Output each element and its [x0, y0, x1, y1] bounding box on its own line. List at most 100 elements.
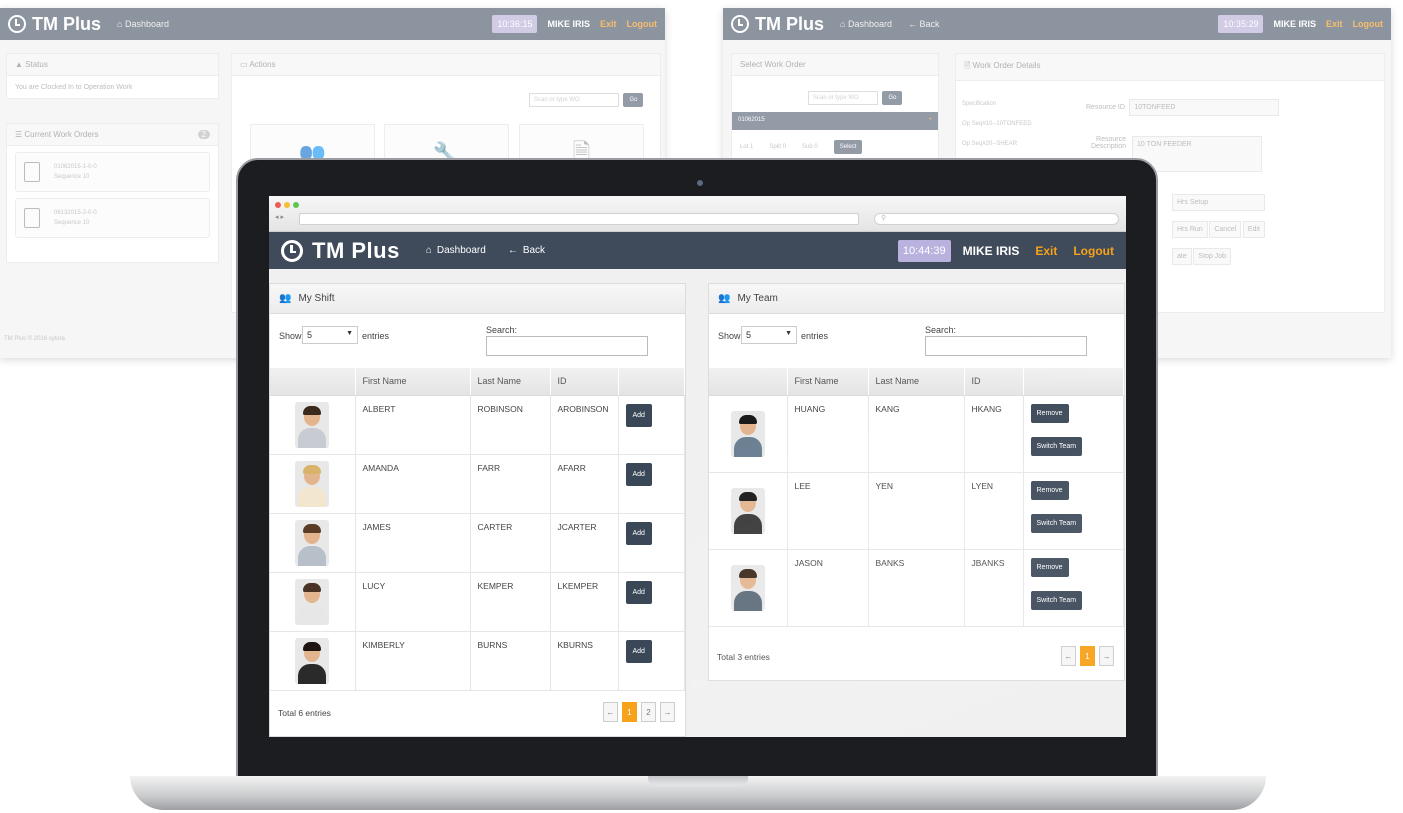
avatar-hair: [303, 464, 322, 474]
bg-left-scan-input: Scan or type WO: [529, 93, 619, 107]
avatar-body: [298, 427, 327, 448]
action-cell: Add: [618, 572, 685, 632]
add-button[interactable]: Add: [625, 462, 652, 486]
bg-right-scan-input: Scan or type WO: [808, 91, 878, 105]
bg-left-wo-sequence: Sequence 10: [54, 174, 90, 180]
my-team-title: My Team: [737, 293, 778, 304]
pagination-page-1[interactable]: 1: [1080, 646, 1095, 666]
close-window-button[interactable]: [275, 202, 281, 208]
pagination-next-button[interactable]: →: [1099, 646, 1114, 666]
column-header-photo: [709, 368, 788, 396]
avatar-hair: [738, 491, 757, 501]
first-name-cell: AMANDA: [355, 454, 471, 514]
my-shift-panel: 👥 My Shift Show 5 ▼ entries Search: First…: [269, 283, 686, 737]
column-header-id[interactable]: ID: [964, 368, 1024, 396]
pagination-page-1[interactable]: 1: [622, 702, 637, 722]
search-input[interactable]: [925, 336, 1087, 356]
switch-team-button[interactable]: Switch Team: [1030, 513, 1083, 533]
page-size-select[interactable]: 5 ▼: [302, 326, 358, 344]
bg-left-wo-number: 06132015-2-0-0: [54, 210, 97, 216]
remove-button[interactable]: Remove: [1030, 557, 1069, 577]
action-cell: Add: [618, 395, 685, 455]
bg-left-status-title: ▲ Status: [7, 54, 218, 76]
browser-search-bar[interactable]: ⚲: [874, 213, 1119, 225]
pagination-page-2[interactable]: 2: [641, 702, 656, 722]
laptop-notch: [648, 776, 748, 786]
bg-left-footer: TM Plus © 2016 sylora: [4, 336, 65, 342]
switch-team-button[interactable]: Switch Team: [1030, 590, 1083, 610]
user-name: MIKE IRIS: [962, 243, 1020, 258]
avatar-hair: [303, 523, 322, 533]
avatar-body: [298, 545, 327, 566]
logout-link[interactable]: Logout: [1073, 244, 1114, 258]
table-header-row: First Name Last Name ID: [270, 368, 685, 396]
bg-left-nav-dashboard-label: Dashboard: [124, 19, 169, 29]
column-header-first-name[interactable]: First Name: [787, 368, 869, 396]
bg-right-resource-id: 10TONFEED: [1129, 99, 1280, 116]
my-team-header: 👥 My Team: [709, 284, 1124, 314]
nav-back-link[interactable]: ← Back: [508, 245, 545, 256]
table-header-row: First Name Last Name ID: [709, 368, 1124, 396]
browser-back-icon[interactable]: ◂ ▸: [275, 213, 284, 221]
exit-link[interactable]: Exit: [1035, 244, 1057, 258]
minimize-window-button[interactable]: [284, 202, 290, 208]
bg-left-work-order-item: 01062015-1-0-0 Sequence 10: [15, 152, 210, 192]
remove-button[interactable]: Remove: [1030, 480, 1069, 500]
avatar: [295, 401, 330, 448]
bg-left-exit-link: Exit: [599, 19, 617, 29]
photo-cell: [709, 549, 788, 627]
add-button[interactable]: Add: [625, 580, 652, 604]
pagination: ← 1 2 →: [603, 702, 675, 722]
page-size-select[interactable]: 5 ▼: [741, 326, 797, 344]
column-header-last-name[interactable]: Last Name: [470, 368, 551, 396]
first-name-cell: HUANG: [787, 395, 869, 473]
url-bar[interactable]: [299, 213, 859, 225]
photo-cell: [270, 572, 356, 632]
column-header-photo: [270, 368, 356, 396]
nav-dashboard-label: Dashboard: [436, 245, 486, 256]
bg-right-exit-link: Exit: [1325, 19, 1343, 29]
pagination-next-button[interactable]: →: [660, 702, 675, 722]
nav-dashboard-link[interactable]: ⌂ Dashboard: [426, 245, 486, 256]
add-button[interactable]: Add: [625, 639, 652, 663]
bg-left-wo-sequence: Sequence 10: [54, 220, 90, 226]
column-header-id[interactable]: ID: [550, 368, 619, 396]
bg-right-lot-row: Lot 1 Split 0 Sub 0 Select: [740, 140, 863, 154]
table-row: HUANG KANG HKANG Remove Switch Team: [709, 395, 1124, 473]
bg-left-logo: TM Plus: [8, 14, 101, 35]
search-input[interactable]: [486, 336, 648, 356]
my-shift-title: My Shift: [298, 293, 335, 304]
column-header-last-name[interactable]: Last Name: [868, 368, 965, 396]
bg-left-app-name: TM Plus: [32, 13, 102, 34]
show-label: Show: [279, 331, 302, 341]
bg-left-work-orders-title: ☰ Current Work Orders 2: [7, 124, 218, 146]
clock-icon: [281, 239, 303, 262]
bg-right-op-list: Specification Op Seq#10--10TONFEED Op Se…: [962, 94, 1032, 154]
switch-team-button[interactable]: Switch Team: [1030, 436, 1083, 456]
add-button[interactable]: Add: [625, 403, 652, 427]
remove-button[interactable]: Remove: [1030, 403, 1069, 423]
my-team-controls: Show 5 ▼ entries Search:: [709, 314, 1124, 368]
caret-down-icon: ▼: [785, 330, 792, 337]
avatar-hair: [303, 405, 322, 415]
clock-icon: [8, 15, 26, 33]
app-logo[interactable]: TM Plus: [281, 238, 400, 264]
bg-left-work-orders-panel: ☰ Current Work Orders 2 01062015-1-0-0 Se…: [6, 123, 219, 263]
last-name-cell: KANG: [868, 395, 965, 473]
pagination-prev-button[interactable]: ←: [1061, 646, 1076, 666]
pagination-prev-button[interactable]: ←: [603, 702, 618, 722]
add-button[interactable]: Add: [625, 521, 652, 545]
id-cell: LYEN: [964, 472, 1024, 550]
action-cell: Remove Switch Team: [1023, 549, 1124, 627]
maximize-window-button[interactable]: [293, 202, 299, 208]
bg-left-nav-dashboard: ⌂ Dashboard: [117, 19, 169, 29]
avatar: [730, 564, 765, 611]
users-icon: 👥: [279, 293, 292, 304]
bg-right-logout-link: Logout: [1352, 19, 1384, 29]
browser-chrome: ◂ ▸ ⚲: [269, 196, 1126, 232]
bg-left-user-name: MIKE IRIS: [547, 19, 590, 29]
bg-right-lot: Lot 1: [740, 144, 754, 150]
column-header-first-name[interactable]: First Name: [355, 368, 471, 396]
table-row: KIMBERLY BURNS KBURNS Add: [270, 631, 685, 691]
